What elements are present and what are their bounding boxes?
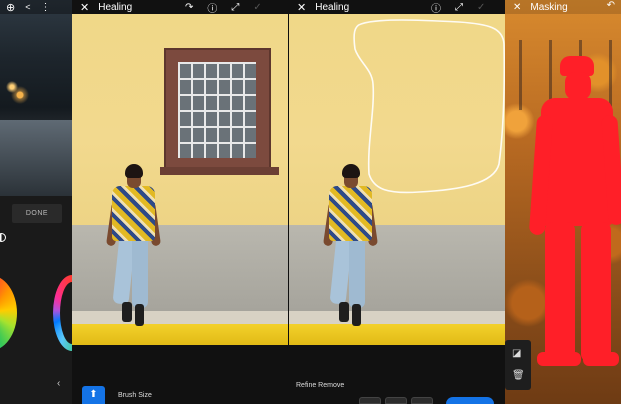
done-button[interactable]: DONE — [12, 204, 62, 223]
left-panel: ⊕ < ⋮ DONE ‹ — [0, 0, 91, 404]
healing-editor: ✕ Healing ↷ ⓘ ⤢ ✓ ✕ Healing ⓘ ⤢ ✓ ⬆ Brus… — [72, 0, 505, 404]
left-pane-header: ✕ Healing — [80, 0, 132, 14]
mask-head — [565, 72, 591, 100]
redo-icon[interactable]: ↷ — [185, 2, 193, 13]
right-pane-actions: ⓘ ⤢ ✓ — [431, 0, 485, 15]
masking-header: ✕ Masking — [505, 0, 621, 14]
night-photo — [0, 0, 72, 196]
mask-shoe-left — [537, 352, 581, 366]
healing-selection-outline — [353, 19, 505, 194]
undo-icon[interactable]: ↶ — [607, 0, 615, 11]
color-wheel[interactable] — [0, 275, 17, 351]
expand-icon[interactable]: ⤢ — [231, 2, 239, 13]
mask-shoe-right — [583, 352, 619, 366]
close-icon[interactable]: ✕ — [297, 1, 306, 14]
barred-window — [160, 48, 279, 175]
brush-size-label: Brush Size — [118, 392, 152, 399]
left-toolbar: ⊕ < ⋮ — [0, 0, 72, 14]
check-icon[interactable]: ✓ — [253, 2, 261, 13]
mask-torso — [541, 98, 613, 226]
close-icon[interactable]: ✕ — [513, 2, 521, 13]
check-icon[interactable]: ✓ — [477, 2, 485, 13]
right-pane-header: ✕ Healing — [297, 0, 349, 14]
tool-button-1[interactable] — [359, 397, 381, 404]
left-pane-actions: ↷ ⓘ ⤢ ✓ — [185, 0, 262, 15]
add-circle-icon[interactable]: ⊕ — [6, 1, 15, 14]
brush-size-button[interactable]: ⬆ — [82, 386, 105, 404]
right-pane-title: Healing — [315, 1, 350, 13]
photo-after[interactable] — [289, 14, 505, 345]
app-screen: ⊕ < ⋮ DONE ‹ ✕ Healing ↷ ⓘ ⤢ ✓ ✕ Healing… — [0, 0, 621, 404]
trash-icon[interactable]: 🗑 — [512, 370, 525, 381]
left-pane-title: Healing — [98, 1, 133, 13]
expand-icon[interactable]: ⤢ — [455, 2, 463, 13]
close-icon[interactable]: ✕ — [80, 1, 89, 14]
mask-leg-right — [581, 222, 611, 362]
share-icon[interactable]: < — [25, 2, 30, 12]
info-icon[interactable]: ⓘ — [431, 0, 441, 15]
mask-leg-left — [545, 222, 575, 362]
mask-invert-icon[interactable]: ◪ — [512, 348, 521, 359]
info-icon[interactable]: ⓘ — [207, 0, 217, 15]
photo-before[interactable] — [72, 14, 288, 345]
tool-button-3[interactable] — [411, 397, 433, 404]
refine-remove-label: Refine Remove — [296, 382, 345, 389]
mask-side-tools: ◪ 🗑 — [505, 340, 531, 390]
contrast-icon[interactable] — [0, 233, 6, 242]
masking-title: Masking — [530, 1, 568, 13]
tool-button-2[interactable] — [385, 397, 407, 404]
more-icon[interactable]: ⋮ — [40, 2, 50, 13]
brush-icon: ⬆ — [89, 389, 98, 400]
chevron-left-icon[interactable]: ‹ — [57, 378, 60, 389]
apply-button[interactable] — [446, 397, 494, 404]
